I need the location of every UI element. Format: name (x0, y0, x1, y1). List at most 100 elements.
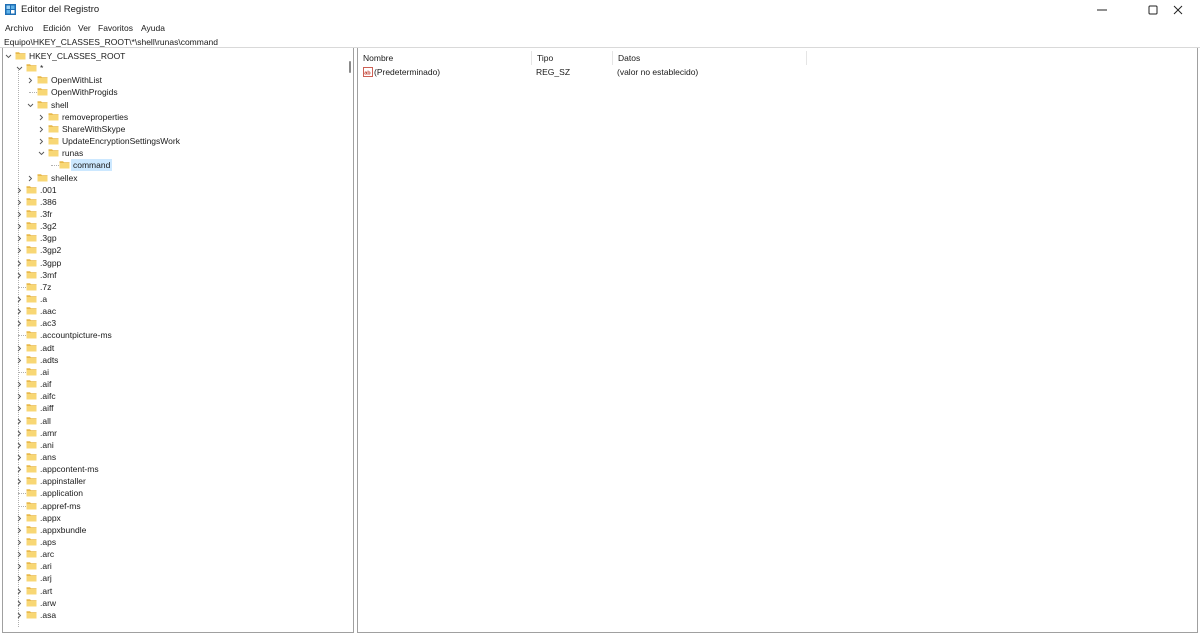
tree-item[interactable]: .appinstaller (3, 475, 343, 487)
chevron-right-icon[interactable] (27, 174, 34, 181)
chevron-right-icon[interactable] (16, 344, 23, 351)
tree-item[interactable]: .arw (3, 597, 343, 609)
menu-favoritos[interactable]: Favoritos (98, 23, 133, 33)
chevron-down-icon[interactable] (16, 64, 23, 71)
tree-item[interactable]: * (3, 62, 343, 74)
chevron-right-icon[interactable] (38, 137, 45, 145)
chevron-right-icon[interactable] (16, 611, 23, 619)
title-bar[interactable]: Editor del Registro (0, 0, 1200, 20)
table-row[interactable]: ab (Predeterminado) REG_SZ (valor no est… (358, 66, 807, 79)
tree-item[interactable]: .application (3, 487, 343, 499)
tree-item[interactable]: .asa (3, 609, 343, 621)
chevron-right-icon[interactable] (38, 113, 45, 121)
tree-item[interactable]: HKEY_CLASSES_ROOT (3, 50, 343, 62)
tree-scrollbar[interactable] (345, 48, 353, 632)
tree-item[interactable]: shellex (3, 172, 343, 184)
tree-item[interactable]: .aifc (3, 390, 343, 402)
tree-item[interactable]: .001 (3, 184, 343, 196)
tree-item[interactable]: command (3, 159, 343, 172)
tree-item[interactable]: .aif (3, 378, 343, 390)
chevron-down-icon[interactable] (27, 101, 34, 108)
tree-item[interactable]: runas (3, 147, 343, 159)
tree-item[interactable]: .aiff (3, 402, 343, 414)
tree-item[interactable]: .appx (3, 512, 343, 524)
tree-item[interactable]: .aac (3, 305, 343, 317)
tree-item[interactable]: OpenWithList (3, 74, 343, 86)
menu-ver[interactable]: Ver (78, 23, 91, 33)
chevron-right-icon[interactable] (16, 477, 23, 485)
key-tree[interactable]: HKEY_CLASSES_ROOT * OpenWithList OpenWithPr… (2, 48, 354, 633)
tree-item[interactable]: .ai (3, 366, 343, 378)
chevron-right-icon[interactable] (16, 392, 23, 400)
chevron-right-icon[interactable] (16, 222, 23, 230)
close-button[interactable] (1156, 0, 1200, 20)
chevron-right-icon[interactable] (16, 441, 23, 449)
tree-item[interactable]: .aps (3, 536, 343, 548)
tree-item[interactable]: .appref-ms (3, 500, 343, 512)
tree-item[interactable]: .arc (3, 548, 343, 560)
chevron-right-icon[interactable] (16, 562, 23, 570)
chevron-right-icon[interactable] (16, 514, 23, 522)
chevron-right-icon[interactable] (16, 234, 23, 242)
menu-ayuda[interactable]: Ayuda (141, 23, 165, 33)
tree-item[interactable]: .arj (3, 572, 343, 584)
menu-archivo[interactable]: Archivo (5, 23, 33, 33)
tree-item[interactable]: .3mf (3, 269, 343, 281)
chevron-right-icon[interactable] (16, 404, 23, 412)
chevron-right-icon[interactable] (16, 417, 23, 424)
menu-edicion[interactable]: Edición (43, 23, 71, 33)
chevron-right-icon[interactable] (16, 380, 23, 388)
tree-item[interactable]: UpdateEncryptionSettingsWork (3, 135, 343, 147)
chevron-right-icon[interactable] (16, 319, 23, 327)
chevron-right-icon[interactable] (16, 295, 23, 303)
tree-item[interactable]: .all (3, 415, 343, 427)
tree-item[interactable]: .7z (3, 281, 343, 293)
tree-item[interactable]: ShareWithSkype (3, 123, 343, 135)
tree-item[interactable]: .adts (3, 354, 343, 366)
tree-item[interactable]: .3fr (3, 208, 343, 220)
address-path[interactable]: Equipo\HKEY_CLASSES_ROOT\*\shell\runas\c… (4, 37, 218, 47)
tree-item[interactable]: shell (3, 99, 343, 111)
tree-item[interactable]: .art (3, 585, 343, 597)
tree-item[interactable]: .appxbundle (3, 524, 343, 536)
chevron-right-icon[interactable] (16, 198, 23, 206)
chevron-down-icon[interactable] (38, 149, 45, 156)
tree-item[interactable]: .ans (3, 451, 343, 463)
chevron-right-icon[interactable] (16, 186, 23, 193)
column-header-nombre[interactable]: Nombre (358, 51, 532, 65)
chevron-right-icon[interactable] (16, 599, 23, 607)
chevron-right-icon[interactable] (38, 125, 45, 133)
chevron-right-icon[interactable] (16, 526, 23, 534)
chevron-right-icon[interactable] (16, 259, 23, 266)
chevron-right-icon[interactable] (16, 271, 23, 279)
address-bar[interactable]: Equipo\HKEY_CLASSES_ROOT\*\shell\runas\c… (0, 36, 1200, 48)
tree-item[interactable]: .3gpp (3, 257, 343, 269)
tree-item[interactable]: OpenWithProgids (3, 86, 343, 98)
chevron-right-icon[interactable] (16, 356, 23, 364)
tree-item[interactable]: .adt (3, 342, 343, 354)
tree-item[interactable]: .amr (3, 427, 343, 439)
tree-item[interactable]: .3gp2 (3, 244, 343, 256)
chevron-down-icon[interactable] (5, 52, 12, 59)
chevron-right-icon[interactable] (27, 76, 34, 84)
chevron-right-icon[interactable] (16, 538, 23, 546)
tree-item[interactable]: .ani (3, 439, 343, 451)
tree-item[interactable]: .accountpicture-ms (3, 329, 343, 341)
tree-item[interactable]: .appcontent-ms (3, 463, 343, 475)
chevron-right-icon[interactable] (16, 574, 23, 582)
tree-item[interactable]: .a (3, 293, 343, 305)
tree-item[interactable]: .3g2 (3, 220, 343, 232)
chevron-right-icon[interactable] (16, 587, 23, 594)
scroll-thumb[interactable] (349, 61, 351, 73)
chevron-right-icon[interactable] (16, 210, 23, 218)
column-header-tipo[interactable]: Tipo (532, 51, 613, 65)
tree-item[interactable]: .ac3 (3, 317, 343, 329)
chevron-right-icon[interactable] (16, 465, 23, 473)
minimize-button[interactable] (1080, 0, 1124, 20)
tree-item[interactable]: removeproperties (3, 111, 343, 123)
chevron-right-icon[interactable] (16, 453, 23, 461)
chevron-right-icon[interactable] (16, 246, 23, 254)
tree-item[interactable]: .3gp (3, 232, 343, 244)
column-header-datos[interactable]: Datos (613, 51, 807, 65)
tree-item[interactable]: .386 (3, 196, 343, 208)
